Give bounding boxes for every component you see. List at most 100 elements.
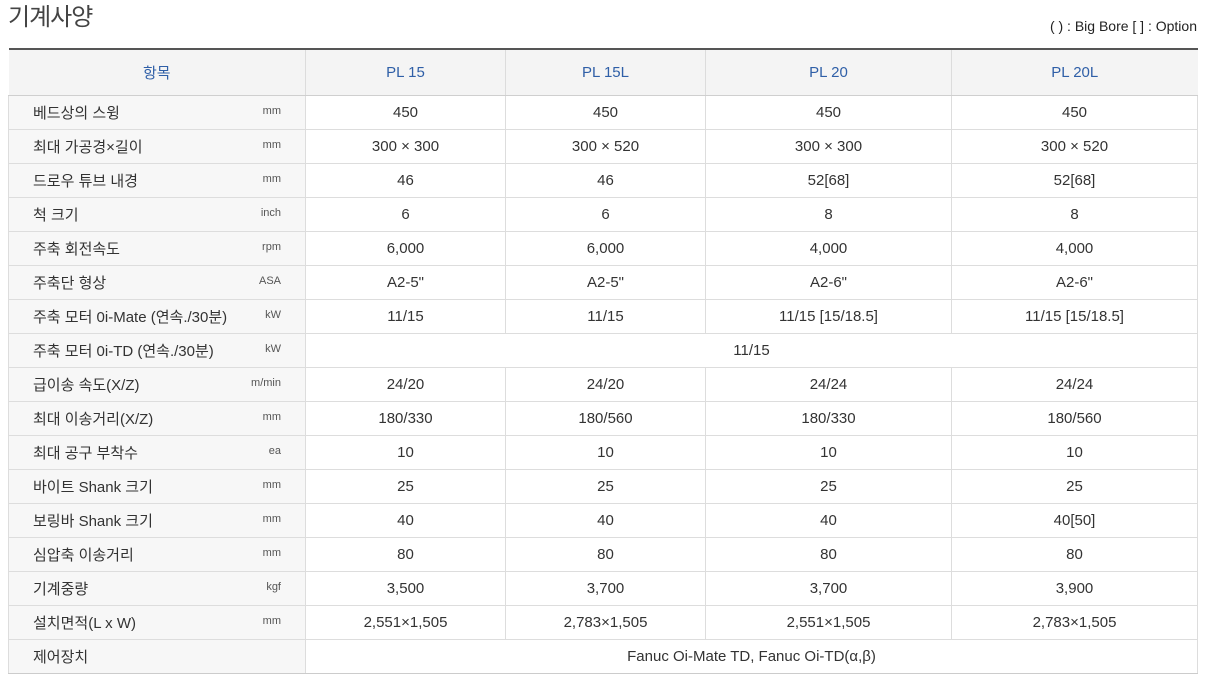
value-cell: 11/15 xyxy=(505,299,706,334)
row-label: 드로우 튜브 내경 xyxy=(33,172,138,190)
value-cell: 25 xyxy=(951,469,1198,504)
value-cell: 46 xyxy=(305,163,506,198)
value-cell: 180/330 xyxy=(305,401,506,436)
legend-note: ( ) : Big Bore [ ] : Option xyxy=(1049,18,1197,34)
row-label-cell: 주축 회전속도 rpm xyxy=(8,231,306,266)
merged-value-cell: 11/15 xyxy=(305,333,1198,368)
header-model: PL 15 xyxy=(305,48,506,96)
header-model: PL 20L xyxy=(951,48,1198,96)
table-row: 제어장치 Fanuc Oi-Mate TD, Fanuc Oi-TD(α,β) xyxy=(8,639,1198,674)
row-label: 심압축 이송거리 xyxy=(33,546,134,564)
merged-value-cell: Fanuc Oi-Mate TD, Fanuc Oi-TD(α,β) xyxy=(305,639,1198,674)
value-cell: 6,000 xyxy=(505,231,706,266)
value-cell: 4,000 xyxy=(951,231,1198,266)
value-cell: 25 xyxy=(305,469,506,504)
table-row: 최대 이송거리(X/Z) mm 180/330 180/560 180/330 180/5… xyxy=(8,401,1198,436)
value-cell: 80 xyxy=(951,537,1198,572)
table-row: 심압축 이송거리 mm 80 80 80 80 xyxy=(8,537,1198,572)
table-row: 드로우 튜브 내경 mm 46 46 52[68] 52[68] xyxy=(8,163,1198,198)
row-label-cell: 베드상의 스윙 mm xyxy=(8,95,306,130)
value-cell: 11/15 [15/18.5] xyxy=(951,299,1198,334)
value-cell: 2,551×1,505 xyxy=(305,605,506,640)
table-row: 주축단 형상 ASA A2-5" A2-5" A2-6" A2-6" xyxy=(8,265,1198,300)
table-row: 바이트 Shank 크기 mm 25 25 25 25 xyxy=(8,469,1198,504)
row-label: 급이송 속도(X/Z) xyxy=(33,376,140,394)
value-cell: 6 xyxy=(505,197,706,232)
table-row: 급이송 속도(X/Z) m/min 24/20 24/20 24/24 24/24 xyxy=(8,367,1198,402)
page-title: 기계사양 xyxy=(8,3,93,31)
row-unit: rpm xyxy=(262,240,281,253)
row-unit: kW xyxy=(265,308,281,321)
value-cell: 40 xyxy=(705,503,952,538)
value-cell: 24/24 xyxy=(705,367,952,402)
value-cell: 52[68] xyxy=(705,163,952,198)
value-cell: 2,783×1,505 xyxy=(505,605,706,640)
header-model: PL 20 xyxy=(705,48,952,96)
value-cell: 6,000 xyxy=(305,231,506,266)
value-cell: 450 xyxy=(951,95,1198,130)
row-label: 주축 모터 0i-Mate (연속./30분) xyxy=(33,308,228,326)
table-row: 베드상의 스윙 mm 450 450 450 450 xyxy=(8,95,1198,130)
value-cell: 450 xyxy=(705,95,952,130)
value-cell: 46 xyxy=(505,163,706,198)
value-cell: 180/560 xyxy=(505,401,706,436)
header-item: 항목 xyxy=(8,48,306,96)
table-row: 기계중량 kgf 3,500 3,700 3,700 3,900 xyxy=(8,571,1198,606)
value-cell: 4,000 xyxy=(705,231,952,266)
value-cell: 80 xyxy=(505,537,706,572)
value-cell: 2,783×1,505 xyxy=(951,605,1198,640)
row-unit: mm xyxy=(262,138,281,151)
table-row: 보링바 Shank 크기 mm 40 40 40 40[50] xyxy=(8,503,1198,538)
row-unit: ea xyxy=(268,444,281,457)
table-row: 설치면적(L x W) mm 2,551×1,505 2,783×1,505 2,551… xyxy=(8,605,1198,640)
row-unit: m/min xyxy=(251,376,281,389)
row-label: 척 크기 xyxy=(33,206,79,224)
value-cell: 300 × 300 xyxy=(705,129,952,164)
row-label-cell: 제어장치 xyxy=(8,639,306,674)
value-cell: 3,500 xyxy=(305,571,506,606)
value-cell: 10 xyxy=(951,435,1198,470)
row-label-cell: 바이트 Shank 크기 mm xyxy=(8,469,306,504)
row-label-cell: 보링바 Shank 크기 mm xyxy=(8,503,306,538)
value-cell: 40 xyxy=(505,503,706,538)
value-cell: 3,900 xyxy=(951,571,1198,606)
row-label-cell: 최대 가공경×길이 mm xyxy=(8,129,306,164)
row-label-cell: 급이송 속도(X/Z) m/min xyxy=(8,367,306,402)
row-label: 베드상의 스윙 xyxy=(33,104,120,122)
value-cell: A2-6" xyxy=(951,265,1198,300)
row-unit: mm xyxy=(262,614,281,627)
value-cell: 25 xyxy=(505,469,706,504)
row-label-cell: 주축 모터 0i-TD (연속./30분) kW xyxy=(8,333,306,368)
row-label-cell: 척 크기 inch xyxy=(8,197,306,232)
value-cell: 180/330 xyxy=(705,401,952,436)
header-row: 항목 PL 15 PL 15L PL 20 PL 20L xyxy=(8,48,1198,96)
value-cell: 180/560 xyxy=(951,401,1198,436)
value-cell: A2-5" xyxy=(305,265,506,300)
value-cell: A2-5" xyxy=(505,265,706,300)
value-cell: 450 xyxy=(305,95,506,130)
table-row: 척 크기 inch 6 6 8 8 xyxy=(8,197,1198,232)
table-row: 주축 회전속도 rpm 6,000 6,000 4,000 4,000 xyxy=(8,231,1198,266)
value-cell: 24/20 xyxy=(505,367,706,402)
row-unit: mm xyxy=(262,478,281,491)
spec-table: 항목 PL 15 PL 15L PL 20 PL 20L 베드상의 스윙 mm 45… xyxy=(8,48,1198,674)
row-label-cell: 기계중량 kgf xyxy=(8,571,306,606)
table-row: 최대 가공경×길이 mm 300 × 300 300 × 520 300 × 300 30… xyxy=(8,129,1198,164)
row-unit: inch xyxy=(260,206,281,219)
value-cell: 6 xyxy=(305,197,506,232)
value-cell: 25 xyxy=(705,469,952,504)
value-cell: 80 xyxy=(705,537,952,572)
row-unit: mm xyxy=(262,172,281,185)
value-cell: 300 × 520 xyxy=(505,129,706,164)
value-cell: 80 xyxy=(305,537,506,572)
value-cell: 300 × 520 xyxy=(951,129,1198,164)
table-row: 최대 공구 부착수 ea 10 10 10 10 xyxy=(8,435,1198,470)
row-label: 주축 회전속도 xyxy=(33,240,120,258)
row-label-cell: 최대 공구 부착수 ea xyxy=(8,435,306,470)
value-cell: 3,700 xyxy=(505,571,706,606)
value-cell: 52[68] xyxy=(951,163,1198,198)
table-row: 주축 모터 0i-Mate (연속./30분) kW 11/15 11/15 11/15… xyxy=(8,299,1198,334)
header-model: PL 15L xyxy=(505,48,706,96)
row-label-cell: 드로우 튜브 내경 mm xyxy=(8,163,306,198)
row-unit: ASA xyxy=(258,274,281,287)
